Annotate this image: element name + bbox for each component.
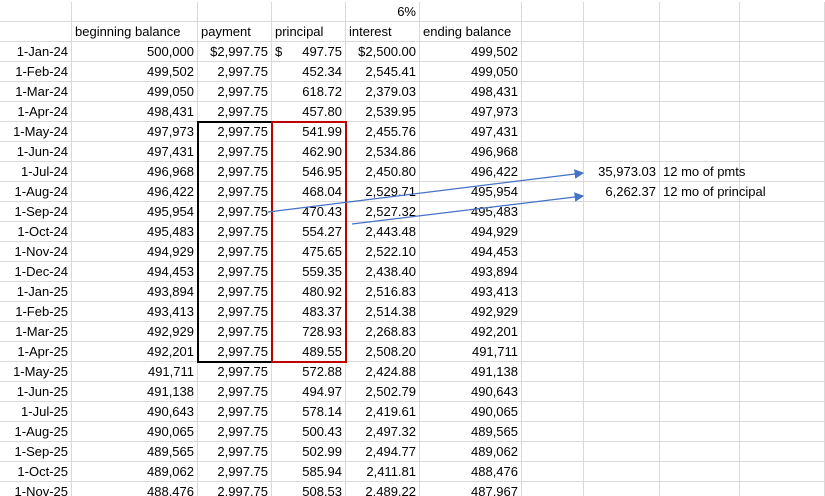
annotation-arrows (267, 169, 585, 225)
spreadsheet-grid[interactable]: 6% beginning balance payment principal inter… (0, 0, 825, 496)
arrow-to-payments-total (267, 169, 585, 213)
arrow-to-principal-total (351, 192, 585, 225)
